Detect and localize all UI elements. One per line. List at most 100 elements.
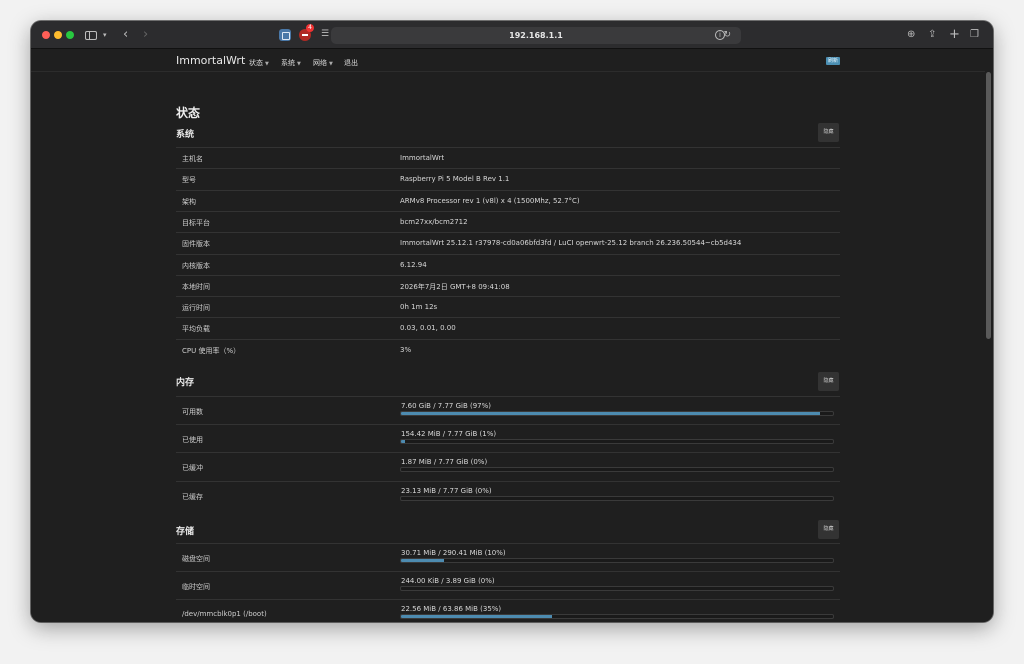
row-label: 可用数 bbox=[182, 408, 203, 416]
table-row: 临时空间 244.00 KiB / 3.89 GiB (0%) bbox=[176, 571, 840, 599]
row-label: 型号 bbox=[182, 176, 196, 185]
row-label: 已缓冲 bbox=[182, 464, 203, 473]
page-title: 状态 bbox=[176, 106, 201, 120]
share-icon[interactable]: ⇪ bbox=[928, 21, 936, 49]
row-label: 运行时间 bbox=[182, 304, 210, 313]
memory-hide-button[interactable]: 隐藏 bbox=[818, 372, 839, 391]
nav-system[interactable]: 系统 ▼ bbox=[281, 58, 301, 68]
storage-section-title: 存储 bbox=[176, 527, 195, 537]
row-value: bcm27xx/bcm2712 bbox=[400, 217, 468, 226]
close-window-button[interactable] bbox=[42, 31, 50, 39]
row-value: 30.71 MiB / 290.41 MiB (10%) bbox=[401, 549, 506, 557]
url-text: 192.168.1.1 bbox=[509, 31, 563, 40]
row-value: Raspberry Pi 5 Model B Rev 1.1 bbox=[400, 175, 510, 184]
table-row: 目标平台 bcm27xx/bcm2712 bbox=[176, 210, 840, 232]
nav-logout[interactable]: 退出 bbox=[344, 58, 358, 68]
row-label: 架构 bbox=[182, 197, 196, 206]
row-value: ARMv8 Processor rev 1 (v8l) x 4 (1500Mhz… bbox=[400, 196, 580, 205]
table-row: CPU 使用率（%） 3% bbox=[176, 338, 840, 360]
zoom-window-button[interactable] bbox=[66, 31, 74, 39]
row-label: 已缓存 bbox=[182, 492, 203, 501]
chevron-down-icon: ▼ bbox=[265, 61, 269, 67]
forward-icon[interactable]: › bbox=[143, 21, 148, 49]
table-row: 可用数 7.60 GiB / 7.77 GiB (97%) bbox=[176, 396, 840, 424]
table-row: 主机名 ImmortalWrt bbox=[176, 147, 840, 168]
table-row: 运行时间 0h 1m 12s bbox=[176, 296, 840, 317]
download-icon[interactable]: ⊕ bbox=[907, 21, 915, 49]
browser-window: ▾ ‹ › 4 192.168.1.1 ↻ ☰ i ⊕ ⇪ + ❐ Immort… bbox=[31, 21, 993, 622]
scrollbar[interactable] bbox=[986, 72, 991, 339]
row-value: 1.87 MiB / 7.77 GiB (0%) bbox=[401, 458, 488, 467]
top-navbar: ImmortalWrt 状态 ▼ 系统 ▼ 网络 ▼ 退出 刷新 bbox=[31, 50, 985, 72]
row-value: 22.56 MiB / 63.86 MiB (35%) bbox=[401, 605, 502, 614]
table-row: 平均负载 0.03, 0.01, 0.00 bbox=[176, 317, 840, 338]
nav-network[interactable]: 网络 ▼ bbox=[313, 58, 333, 68]
row-value: 23.13 MiB / 7.77 GiB (0%) bbox=[401, 486, 492, 495]
row-label: 本地时间 bbox=[182, 282, 210, 291]
nav-status[interactable]: 状态 ▼ bbox=[249, 58, 269, 68]
row-label: 平均负载 bbox=[182, 325, 210, 334]
new-tab-icon[interactable]: + bbox=[949, 21, 960, 49]
progress-fill bbox=[401, 559, 445, 562]
storage-hide-button[interactable]: 隐藏 bbox=[818, 520, 839, 539]
row-label: CPU 使用率（%） bbox=[182, 346, 241, 355]
minimize-window-button[interactable] bbox=[54, 31, 62, 39]
back-icon[interactable]: ‹ bbox=[123, 21, 128, 49]
row-value: 0h 1m 12s bbox=[400, 303, 438, 312]
chevron-down-icon: ▼ bbox=[329, 61, 333, 67]
row-value: 154.42 MiB / 7.77 GiB (1%) bbox=[401, 430, 497, 439]
row-value: 7.60 GiB / 7.77 GiB (97%) bbox=[401, 402, 492, 410]
brand-logo[interactable]: ImmortalWrt bbox=[176, 54, 245, 67]
row-label: 固件版本 bbox=[182, 240, 210, 249]
row-label: 内核版本 bbox=[182, 261, 210, 270]
chevron-down-icon: ▼ bbox=[297, 61, 301, 67]
table-row: /dev/mmcblk0p1 (/boot) 22.56 MiB / 63.86 … bbox=[176, 599, 840, 622]
progress-fill bbox=[401, 615, 553, 619]
sidebar-icon[interactable] bbox=[85, 31, 97, 40]
extension-badge: 4 bbox=[306, 24, 314, 32]
system-hide-button[interactable]: 隐藏 bbox=[818, 123, 839, 142]
progress-bar bbox=[400, 467, 834, 473]
row-value: ImmortalWrt 25.12.1 r37978-cd0a06bfd3fd … bbox=[400, 239, 742, 248]
row-label: 磁盘空间 bbox=[182, 555, 210, 563]
progress-bar bbox=[400, 614, 834, 620]
table-row: 固件版本 ImmortalWrt 25.12.1 r37978-cd0a06bfd… bbox=[176, 232, 840, 253]
memory-section-title: 内存 bbox=[176, 378, 195, 388]
progress-bar bbox=[400, 586, 834, 592]
extension-icon[interactable] bbox=[279, 29, 291, 41]
progress-fill bbox=[401, 412, 821, 415]
browser-toolbar: ▾ ‹ › 4 192.168.1.1 ↻ ☰ i ⊕ ⇪ + ❐ bbox=[31, 21, 993, 49]
row-label: /dev/mmcblk0p1 (/boot) bbox=[182, 610, 267, 619]
row-label: 临时空间 bbox=[182, 583, 210, 592]
table-row: 本地时间 2026年7月2日 GMT+8 09:41:08 bbox=[176, 274, 840, 296]
row-value: ImmortalWrt bbox=[400, 154, 445, 162]
row-label: 目标平台 bbox=[182, 218, 210, 227]
address-bar[interactable]: 192.168.1.1 ↻ bbox=[331, 27, 741, 44]
system-section-title: 系统 bbox=[176, 130, 195, 140]
progress-fill bbox=[401, 440, 406, 444]
table-row: 内核版本 6.12.94 bbox=[176, 253, 840, 275]
table-row: 型号 Raspberry Pi 5 Model B Rev 1.1 bbox=[176, 168, 840, 189]
chevron-down-icon[interactable]: ▾ bbox=[103, 21, 107, 49]
progress-bar bbox=[400, 411, 834, 416]
progress-bar bbox=[400, 439, 834, 445]
table-row: 已缓冲 1.87 MiB / 7.77 GiB (0%) bbox=[176, 452, 840, 480]
table-row: 已使用 154.42 MiB / 7.77 GiB (1%) bbox=[176, 424, 840, 452]
table-row: 已缓存 23.13 MiB / 7.77 GiB (0%) bbox=[176, 480, 840, 509]
table-row: 架构 ARMv8 Processor rev 1 (v8l) x 4 (1500M… bbox=[176, 189, 840, 211]
progress-bar bbox=[400, 495, 834, 501]
progress-bar bbox=[400, 558, 834, 563]
info-icon[interactable]: i bbox=[715, 30, 725, 40]
row-value: 244.00 KiB / 3.89 GiB (0%) bbox=[401, 577, 495, 586]
row-value: 6.12.94 bbox=[400, 260, 427, 269]
tab-overview-icon[interactable]: ❐ bbox=[970, 21, 979, 49]
row-value: 3% bbox=[400, 345, 412, 354]
row-label: 已使用 bbox=[182, 436, 203, 445]
table-row: 磁盘空间 30.71 MiB / 290.41 MiB (10%) bbox=[176, 543, 840, 571]
row-label: 主机名 bbox=[182, 155, 203, 163]
refresh-badge[interactable]: 刷新 bbox=[826, 57, 840, 65]
page-viewport: ImmortalWrt 状态 ▼ 系统 ▼ 网络 ▼ 退出 刷新 状态 系统 隐藏 主机名… bbox=[31, 50, 993, 622]
row-value: 2026年7月2日 GMT+8 09:41:08 bbox=[400, 282, 510, 291]
reader-icon[interactable]: ☰ bbox=[321, 29, 329, 39]
row-value: 0.03, 0.01, 0.00 bbox=[400, 324, 456, 333]
